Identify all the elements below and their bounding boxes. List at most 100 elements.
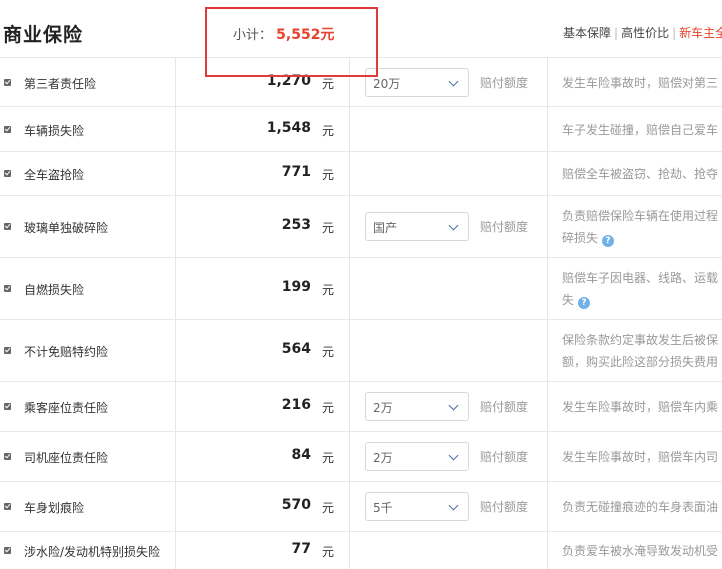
insurance-row: 玻璃单独破碎险 253 元 国产 赔付额度 负责赔偿保险车辆在使用过程 碎损失?: [0, 195, 722, 257]
claim-limit-label: 赔付额度: [480, 450, 529, 464]
insurance-price: 253: [281, 217, 311, 233]
plan-tab-basic[interactable]: 基本保障: [563, 26, 611, 40]
coverage-select[interactable]: 2万: [365, 392, 469, 421]
insurance-description: 负责爱车被水淹导致发动机受: [562, 540, 722, 562]
chevron-down-icon: [448, 400, 459, 411]
row-checkbox[interactable]: [4, 403, 11, 410]
price-unit: 元: [322, 545, 335, 559]
row-checkbox[interactable]: [4, 223, 11, 230]
chevron-down-icon: [448, 220, 459, 231]
insurance-row: 不计免赔特约险 564 元 保险条款约定事故发生后被保 额，购买此险这部分损失费用: [0, 319, 722, 381]
row-checkbox[interactable]: [4, 170, 11, 177]
insurance-name: 涉水险/发动机特别损失险: [24, 545, 161, 559]
coverage-select-value: 2万: [373, 401, 393, 415]
price-unit: 元: [322, 76, 335, 91]
price-unit: 元: [322, 221, 335, 235]
insurance-description: 车子发生碰撞，赔偿自己爱车: [562, 119, 722, 141]
coverage-select-value: 2万: [373, 451, 393, 465]
price-unit: 元: [322, 168, 335, 182]
insurance-price: 771: [281, 164, 311, 180]
insurance-row: 车辆损失险 1,548 元 车子发生碰撞，赔偿自己爱车: [0, 106, 722, 151]
insurance-row: 车身划痕险 570 元 5千 赔付额度 负责无碰撞痕迹的车身表面油: [0, 481, 722, 531]
insurance-row: 全车盗抢险 771 元 赔偿全车被盗窃、抢劫、抢夺: [0, 151, 722, 195]
insurance-row: 乘客座位责任险 216 元 2万 赔付额度 发生车险事故时，赔偿车内乘: [0, 381, 722, 431]
help-icon[interactable]: ?: [578, 297, 591, 309]
plan-tab-new-owner[interactable]: 新车主全: [679, 26, 722, 40]
insurance-row: 涉水险/发动机特别损失险 77 元 负责爱车被水淹导致发动机受: [0, 531, 722, 569]
insurance-description: 发生车险事故时，赔偿对第三: [562, 72, 722, 94]
plan-tabs: 基本保障 | 高性价比 | 新车主全: [563, 24, 722, 41]
price-unit: 元: [322, 123, 335, 138]
price-unit: 元: [322, 345, 335, 359]
description-line: 发生车险事故时，赔偿车内司: [562, 450, 719, 464]
description-line: 负责爱车被水淹导致发动机受: [562, 544, 719, 558]
row-checkbox[interactable]: [4, 285, 11, 292]
description-line: 额，购买此险这部分损失费用: [562, 355, 719, 369]
insurance-price: 84: [291, 447, 311, 463]
price-unit: 元: [322, 451, 335, 465]
insurance-name: 全车盗抢险: [24, 168, 85, 182]
plan-separator: |: [672, 26, 677, 40]
insurance-price: 216: [281, 397, 311, 413]
insurance-name: 车辆损失险: [24, 123, 85, 138]
coverage-select[interactable]: 20万: [365, 67, 469, 97]
insurance-name: 自燃损失险: [24, 283, 85, 297]
coverage-select[interactable]: 2万: [365, 442, 469, 471]
insurance-description: 发生车险事故时，赔偿车内乘: [562, 396, 722, 418]
description-line: 保险条款约定事故发生后被保: [562, 333, 719, 347]
description-line: 车子发生碰撞，赔偿自己爱车: [562, 122, 719, 137]
insurance-price: 570: [281, 497, 311, 513]
insurance-price: 1,548: [266, 119, 311, 136]
insurance-price: 77: [291, 541, 311, 557]
description-line: 碎损失: [562, 231, 599, 245]
insurance-description: 负责赔偿保险车辆在使用过程 碎损失?: [562, 205, 722, 249]
description-line: 负责赔偿保险车辆在使用过程: [562, 209, 719, 223]
price-unit: 元: [322, 501, 335, 515]
row-checkbox[interactable]: [4, 453, 11, 460]
coverage-select-value: 国产: [373, 221, 398, 235]
plan-separator: |: [614, 26, 619, 40]
chevron-down-icon: [448, 76, 459, 86]
row-checkbox[interactable]: [4, 503, 11, 510]
claim-limit-label: 赔付额度: [480, 75, 529, 90]
page-title: 商业保险: [3, 24, 84, 46]
insurance-name: 玻璃单独破碎险: [24, 221, 109, 235]
plan-tab-value[interactable]: 高性价比: [621, 26, 669, 40]
insurance-description: 赔偿车子因电器、线路、运载失?: [562, 267, 722, 311]
description-line: 发生车险事故时，赔偿车内乘: [562, 400, 719, 414]
price-unit: 元: [322, 401, 335, 415]
insurance-name: 第三者责任险: [24, 76, 97, 91]
claim-limit-label: 赔付额度: [480, 500, 529, 514]
description-line: 赔偿车子因电器、线路、运载: [562, 271, 719, 285]
row-checkbox[interactable]: [4, 547, 11, 554]
insurance-name: 司机座位责任险: [24, 451, 109, 465]
insurance-price: 564: [281, 341, 311, 357]
chevron-down-icon: [448, 500, 459, 511]
coverage-select[interactable]: 5千: [365, 492, 469, 521]
description-line: 发生车险事故时，赔偿对第三: [562, 75, 719, 90]
insurance-description: 保险条款约定事故发生后被保 额，购买此险这部分损失费用: [562, 329, 722, 373]
insurance-row: 司机座位责任险 84 元 2万 赔付额度 发生车险事故时，赔偿车内司: [0, 431, 722, 481]
claim-limit-label: 赔付额度: [480, 220, 529, 234]
help-icon[interactable]: ?: [602, 235, 615, 247]
insurance-name: 车身划痕险: [24, 501, 85, 515]
description-line: 失: [562, 293, 575, 307]
subtotal-highlight-box: [205, 7, 378, 77]
claim-limit-label: 赔付额度: [480, 400, 529, 414]
insurance-name: 乘客座位责任险: [24, 401, 109, 415]
price-unit: 元: [322, 283, 335, 297]
insurance-price: 199: [281, 279, 311, 295]
description-line: 赔偿全车被盗窃、抢劫、抢夺: [562, 167, 719, 181]
chevron-down-icon: [448, 450, 459, 461]
insurance-description: 赔偿全车被盗窃、抢劫、抢夺: [562, 163, 722, 185]
insurance-name: 不计免赔特约险: [24, 345, 109, 359]
insurance-description: 发生车险事故时，赔偿车内司: [562, 446, 722, 468]
coverage-select[interactable]: 国产: [365, 212, 469, 241]
description-line: 负责无碰撞痕迹的车身表面油: [562, 500, 719, 514]
insurance-row: 自燃损失险 199 元 赔偿车子因电器、线路、运载失?: [0, 257, 722, 319]
row-checkbox[interactable]: [4, 347, 11, 354]
coverage-select-value: 20万: [373, 76, 401, 91]
row-checkbox[interactable]: [4, 78, 11, 86]
insurance-description: 负责无碰撞痕迹的车身表面油: [562, 496, 722, 518]
row-checkbox[interactable]: [4, 125, 11, 133]
